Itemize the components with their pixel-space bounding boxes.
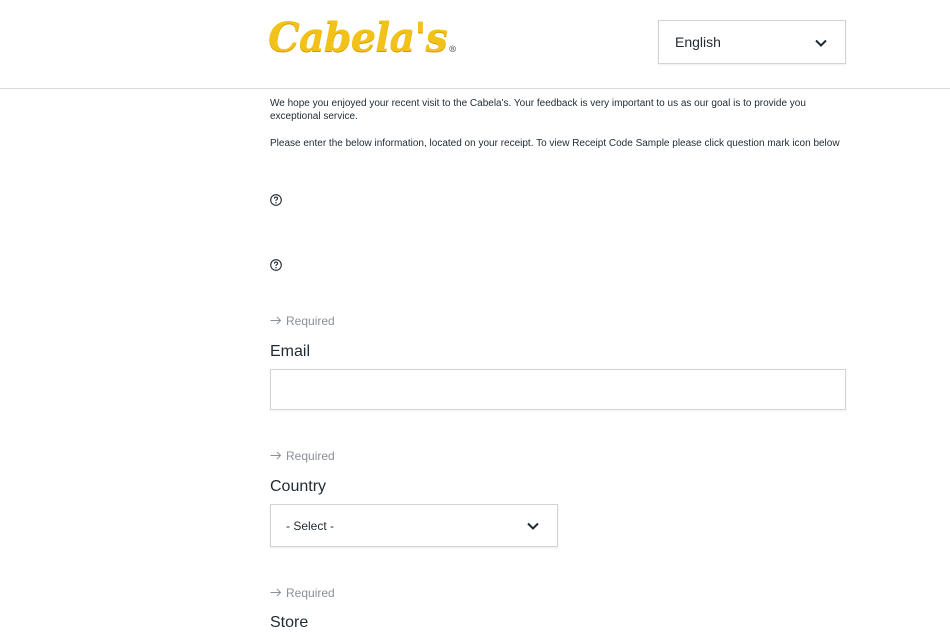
- arrow-right-icon: [270, 588, 282, 597]
- email-label: Email: [270, 343, 311, 360]
- required-text: Required: [286, 314, 335, 328]
- required-text: Required: [286, 449, 335, 463]
- arrow-right-icon: [270, 451, 282, 460]
- country-select[interactable]: - Select -: [270, 504, 558, 547]
- language-select[interactable]: English: [658, 20, 846, 64]
- country-required-note: Required: [270, 449, 335, 463]
- language-select-value: English: [675, 34, 721, 50]
- cabelas-logo[interactable]: Cabela's®: [268, 14, 457, 61]
- logo-text: Cabela's: [268, 14, 448, 61]
- chevron-down-icon: [527, 522, 539, 530]
- required-text: Required: [286, 586, 335, 600]
- page-header: Cabela's® English: [0, 0, 950, 89]
- arrow-right-icon: [270, 316, 282, 325]
- intro-text: We hope you enjoyed your recent visit to…: [270, 97, 846, 150]
- intro-paragraph-instructions: Please enter the below information, loca…: [270, 138, 840, 149]
- store-label: Store: [270, 614, 309, 631]
- chevron-down-icon: [815, 39, 827, 47]
- country-select-value: - Select -: [286, 519, 335, 533]
- country-label: Country: [270, 478, 327, 495]
- question-circle-icon[interactable]: [270, 259, 282, 271]
- question-circle-icon[interactable]: [270, 194, 282, 206]
- intro-paragraph-feedback: We hope you enjoyed your recent visit to…: [270, 98, 806, 122]
- store-required-note: Required: [270, 586, 335, 600]
- registered-mark: ®: [448, 45, 457, 55]
- email-required-note: Required: [270, 314, 335, 328]
- email-field[interactable]: [270, 369, 846, 410]
